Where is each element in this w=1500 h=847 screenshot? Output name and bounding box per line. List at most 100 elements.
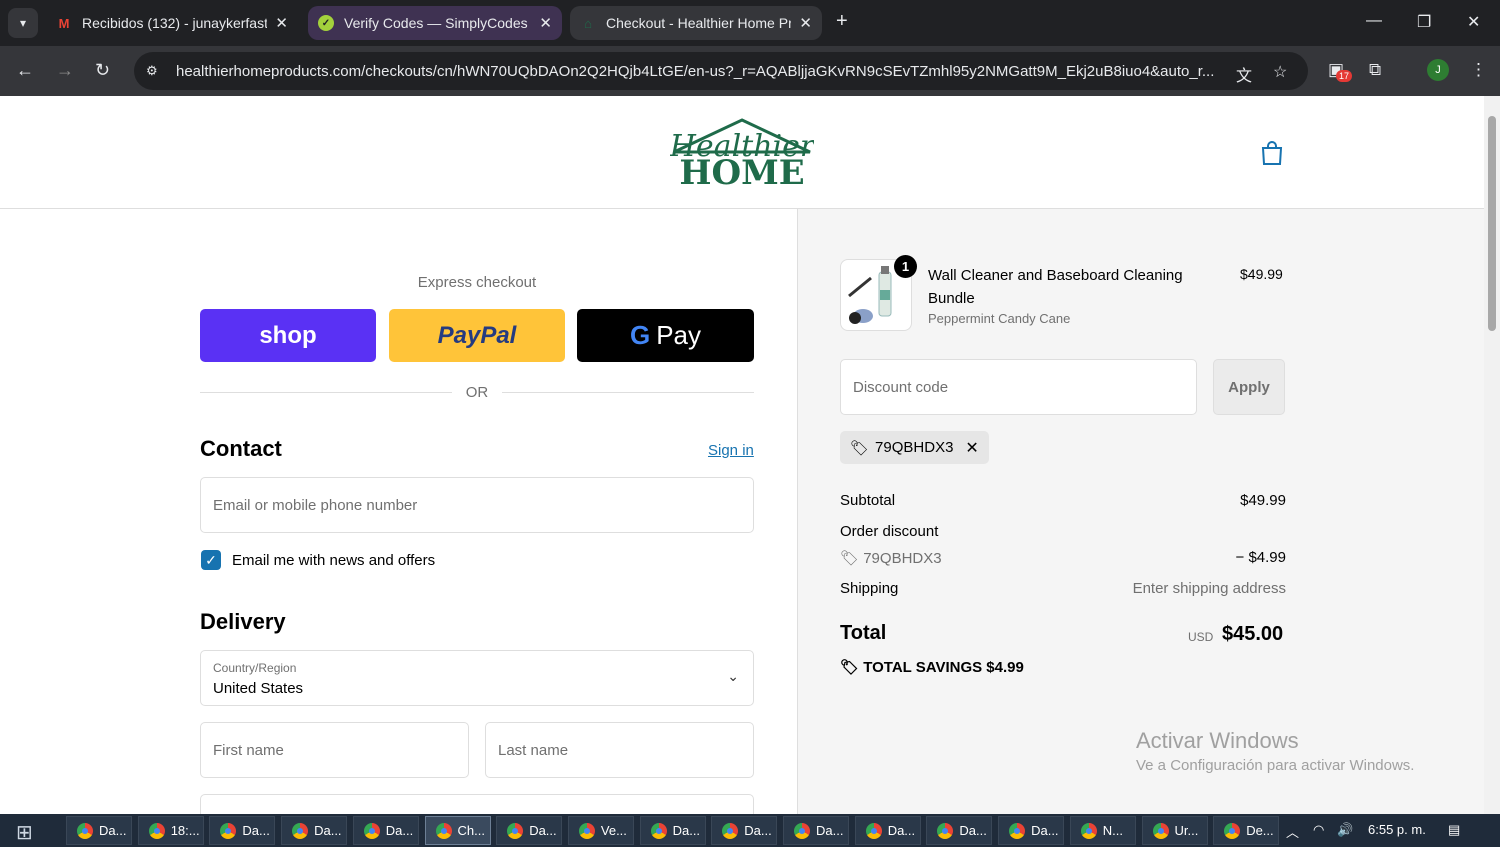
page-scrollbar[interactable] [1484,96,1500,814]
profile-avatar[interactable]: J [1427,59,1449,81]
taskbar-item[interactable]: Da... [66,816,132,845]
simplycodes-icon: ✓ [318,15,334,31]
next-field[interactable] [200,794,754,814]
google-pay-button[interactable]: G Pay [577,309,754,362]
taskbar-item[interactable]: Ur... [1141,816,1208,845]
app-icon [77,822,93,839]
paypal-button[interactable]: PayPal [389,309,565,362]
taskbar-item[interactable]: N... [1069,816,1136,845]
country-value: United States [213,680,304,697]
minimize-icon[interactable]: — [1366,12,1382,30]
contact-heading: Contact [200,436,282,461]
clock[interactable]: 6:55 p. m. [1368,822,1426,837]
taskbar-item[interactable]: Ch... [424,816,491,845]
newsletter-checkbox[interactable]: ✓ [201,550,221,570]
taskbar-item-label: Ch... [457,823,485,838]
total-savings: 🏷 TOTAL SAVINGS $4.99 [840,658,1024,676]
discount-value: − $4.99 [1235,549,1286,566]
taskbar-item[interactable]: De... [1213,816,1280,845]
last-name-field[interactable]: Last name [485,722,754,778]
store-header: Healthier HOME [0,96,1484,209]
app-icon [363,822,380,839]
discount-code-input[interactable]: Discount code [840,359,1197,415]
notifications-icon[interactable]: ▤ [1448,822,1460,838]
start-grid-icon[interactable]: ⊞ [16,820,33,845]
healthier-home-logo[interactable]: Healthier HOME [670,118,814,186]
shop-pay-button[interactable]: shop [200,309,376,362]
extensions-puzzle-icon[interactable]: ⧉ [1369,60,1381,80]
taskbar-item-label: Da... [1031,823,1059,838]
sign-in-link[interactable]: Sign in [708,442,754,459]
new-tab-button[interactable]: + [836,10,848,33]
taskbar-item[interactable]: Da... [281,816,348,845]
close-tab-icon[interactable]: ✕ [539,14,552,32]
close-window-icon[interactable]: ✕ [1467,12,1480,32]
app-icon [794,822,810,839]
app-icon [1224,822,1241,839]
taskbar-item-label: Da... [959,823,987,838]
taskbar-item-label: Da... [314,823,342,838]
wifi-icon[interactable]: ◠ [1313,822,1324,838]
taskbar-item[interactable]: 18:... [137,816,204,845]
country-select[interactable]: Country/Region United States ⌄ [200,650,754,706]
volume-icon[interactable]: 🔊 [1337,822,1353,838]
currency-label: USD [1188,630,1214,644]
scrollbar-thumb[interactable] [1488,116,1496,331]
remove-discount-icon[interactable]: ✕ [965,438,978,458]
taskbar-item[interactable]: Ve... [567,816,634,845]
applied-code: 79QBHDX3 [875,439,954,456]
chevron-down-icon: ⌄ [727,668,739,684]
taskbar-item-label: 18:... [170,823,200,838]
taskbar-item[interactable]: Da... [209,816,276,845]
taskbar-item[interactable]: Da... [639,816,706,845]
translate-icon[interactable]: 文 [1236,62,1252,86]
app-icon [1152,822,1169,839]
address-bar[interactable]: ⚙ healthierhomeproducts.com/checkouts/cn… [134,52,1308,90]
app-icon [937,822,954,839]
or-label: OR [465,384,489,401]
taskbar-item[interactable]: Da... [783,816,849,845]
newsletter-label: Email me with news and offers [232,552,436,569]
windows-watermark-title: Activar Windows [1136,728,1299,753]
first-name-field[interactable]: First name [200,722,469,778]
shopping-bag-icon[interactable] [1260,140,1284,166]
forward-icon[interactable]: → [56,60,74,81]
close-tab-icon[interactable]: ✕ [275,14,288,32]
subtotal-row: Subtotal $49.99 [840,492,1286,509]
back-icon[interactable]: ← [16,60,34,81]
tab-checkout[interactable]: ⌂ Checkout - Healthier Home Pro ✕ [570,6,822,40]
taskbar-item-label: Da... [529,823,557,838]
app-icon [292,822,309,839]
extension-badge: 17 [1336,70,1353,82]
product-variant: Peppermint Candy Cane [928,311,1071,326]
taskbar-item[interactable]: Da... [711,816,778,845]
taskbar-item[interactable]: Da... [854,816,921,845]
restore-icon[interactable]: ❐ [1417,12,1431,32]
menu-kebab-icon[interactable]: ⋮ [1470,60,1487,80]
bookmark-star-icon[interactable]: ☆ [1273,62,1287,82]
apply-button[interactable]: Apply [1213,359,1285,415]
country-label: Country/Region [213,661,297,675]
taskbar-item[interactable]: Da... [998,816,1065,845]
tag-icon: 🏷 [850,439,870,457]
url-text[interactable]: healthierhomeproducts.com/checkouts/cn/h… [176,63,1226,80]
taskbar-item-label: Da... [744,823,772,838]
app-icon [1080,822,1097,839]
close-tab-icon[interactable]: ✕ [799,14,812,32]
total-label: Total [840,622,887,644]
app-icon [1009,822,1026,839]
taskbar-item[interactable]: Da... [352,816,419,845]
app-icon [722,822,739,839]
savings-value: $4.99 [986,659,1024,676]
site-settings-icon[interactable]: ⚙ [146,63,162,79]
tab-search-button[interactable]: ▾ [8,8,38,38]
tray-chevron-icon[interactable]: ︿ [1286,822,1299,841]
email-field[interactable]: Email or mobile phone number [200,477,754,533]
reload-icon[interactable]: ↻ [95,60,110,81]
taskbar-item[interactable]: Da... [496,816,563,845]
taskbar-item[interactable]: Da... [926,816,993,845]
tab-gmail[interactable]: M Recibidos (132) - junaykerfaster ✕ [46,6,298,40]
tab-simplycodes[interactable]: ✓ Verify Codes — SimplyCodes ✕ [308,6,562,40]
product-price: $49.99 [1240,266,1283,282]
app-icon [435,822,452,839]
